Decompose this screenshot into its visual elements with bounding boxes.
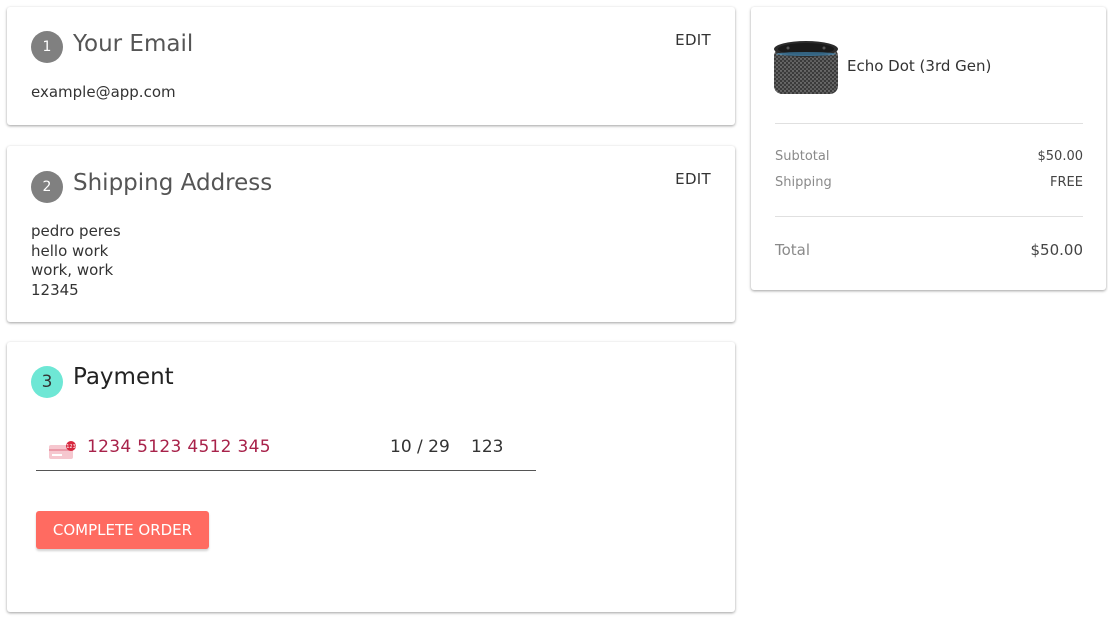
- address-name: pedro peres: [31, 222, 121, 240]
- card-error-icon: 123: [49, 441, 76, 459]
- card-cvc-input[interactable]: 123: [471, 437, 503, 457]
- subtotal-value: $50.00: [1037, 149, 1084, 164]
- product-image: [774, 40, 838, 96]
- shipping-label: Shipping: [775, 175, 832, 190]
- svg-text:123: 123: [66, 444, 76, 450]
- email-value: example@app.com: [31, 83, 176, 101]
- address-city: work, work: [31, 261, 114, 279]
- subtotal-label: Subtotal: [775, 149, 830, 164]
- shipping-address: pedro peres hello work work, work 12345: [31, 222, 121, 300]
- total-label: Total: [775, 241, 811, 259]
- shipping-value: FREE: [1050, 175, 1083, 190]
- card-expiry-input[interactable]: 10 / 29: [390, 437, 450, 457]
- edit-shipping-link[interactable]: EDIT: [675, 170, 711, 188]
- email-step-card: 1 Your Email EDIT example@app.com: [7, 7, 735, 125]
- card-number-input[interactable]: 1234 5123 4512 345: [87, 437, 271, 457]
- order-summary-card: Echo Dot (3rd Gen) Subtotal $50.00 Shipp…: [751, 7, 1106, 290]
- address-line-1: hello work: [31, 241, 109, 260]
- shipping-step-title: Shipping Address: [73, 170, 273, 196]
- total-value: $50.00: [1030, 241, 1084, 259]
- complete-order-button[interactable]: COMPLETE ORDER: [36, 511, 209, 549]
- step-number-badge: 1: [31, 31, 63, 63]
- product-name: Echo Dot (3rd Gen): [847, 57, 992, 75]
- summary-divider: [775, 216, 1083, 217]
- step-number-badge: 3: [31, 366, 63, 398]
- shipping-step-card: 2 Shipping Address EDIT pedro peres hell…: [7, 146, 735, 322]
- edit-email-link[interactable]: EDIT: [675, 31, 711, 49]
- payment-step-title: Payment: [73, 364, 174, 390]
- card-input-field[interactable]: 123 1234 5123 4512 345 10 / 29 123: [36, 430, 536, 471]
- step-number-badge: 2: [31, 171, 63, 203]
- payment-step-card: 3 Payment 123 1234 5123 4512 345 10 / 29…: [7, 342, 735, 612]
- email-step-title: Your Email: [73, 31, 194, 57]
- address-postal-code: 12345: [31, 280, 79, 299]
- summary-divider: [775, 123, 1083, 124]
